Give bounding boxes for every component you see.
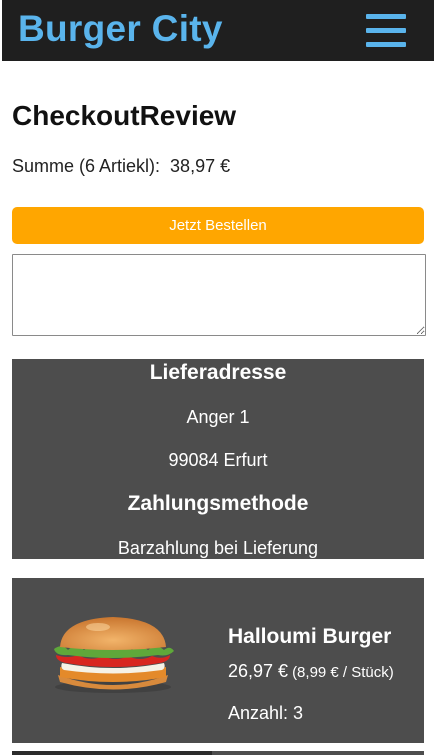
product-unit-price: (8,99 € / Stück) <box>292 664 394 681</box>
summary-label: Summe (6 Artiekl): <box>12 156 161 176</box>
product-quantity: Anzahl: 3 <box>228 703 304 723</box>
next-cart-item-card <box>12 751 424 755</box>
order-note-field[interactable] <box>12 254 426 336</box>
payment-method: Barzahlung bei Lieferung <box>117 538 319 558</box>
menu-bar <box>366 28 406 33</box>
menu-bar <box>366 14 406 19</box>
page-title: CheckoutReview <box>12 100 237 131</box>
product-name: Halloumi Burger <box>228 625 392 648</box>
product-price: 26,97 € (8,99 € / Stück) <box>228 661 394 682</box>
delivery-street: Anger 1 <box>186 407 250 427</box>
cart-item-card: Halloumi Burger 26,97 € (8,99 € / Stück) … <box>12 578 424 743</box>
hamburger-menu-icon[interactable] <box>366 14 406 48</box>
delivery-city: 99084 Erfurt <box>168 450 268 470</box>
brand-logo[interactable]: Burger City <box>18 8 223 50</box>
delivery-info-box: Lieferadresse Anger 1 99084 Erfurt Zahlu… <box>12 359 424 559</box>
place-order-button[interactable]: Jetzt Bestellen <box>12 207 424 244</box>
navbar: Burger City <box>2 0 434 61</box>
product-total-price: 26,97 € <box>228 661 289 681</box>
burger-image <box>54 617 174 693</box>
payment-method-heading: Zahlungsmethode <box>127 492 309 515</box>
delivery-address-heading: Lieferadresse <box>149 361 287 384</box>
next-card-image-edge <box>12 751 212 755</box>
menu-bar <box>366 42 406 47</box>
page: Burger City CheckoutReview Summe (6 Arti… <box>2 0 434 755</box>
summary-amount: 38,97 € <box>170 156 231 176</box>
order-summary: Summe (6 Artiekl): 38,97 € <box>12 156 230 177</box>
